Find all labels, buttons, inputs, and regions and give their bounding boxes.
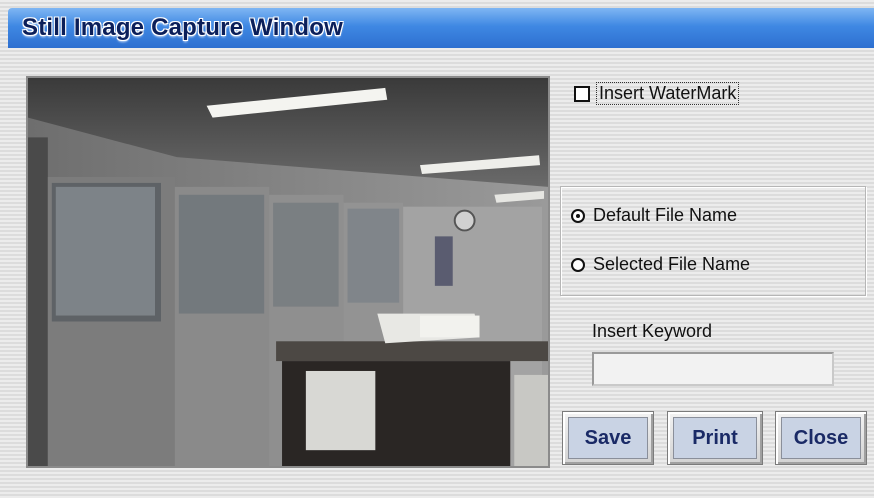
print-button[interactable]: Print [667, 411, 763, 465]
window-title: Still Image Capture Window [22, 14, 344, 41]
keyword-input[interactable] [592, 352, 834, 386]
close-button[interactable]: Close [775, 411, 867, 465]
radio-selected-indicator[interactable] [571, 257, 585, 272]
filename-group: Default File Name Selected File Name [560, 186, 866, 296]
keyword-label: Insert Keyword [592, 321, 713, 341]
title-bar: Still Image Capture Window [8, 8, 874, 48]
radio-selected-file-name[interactable]: Selected File Name [571, 254, 750, 275]
watermark-label[interactable]: Insert WaterMark [596, 82, 740, 105]
radio-default-label[interactable]: Default File Name [593, 205, 737, 226]
radio-selected-label[interactable]: Selected File Name [593, 254, 750, 275]
save-button-label[interactable]: Save [568, 417, 648, 459]
radio-default-indicator[interactable] [571, 208, 585, 223]
radio-default-file-name[interactable]: Default File Name [571, 205, 737, 226]
office-scene-image [28, 78, 548, 466]
save-button[interactable]: Save [562, 411, 654, 465]
close-button-label[interactable]: Close [781, 417, 861, 459]
print-button-label[interactable]: Print [673, 417, 757, 459]
watermark-option[interactable]: Insert WaterMark [574, 82, 740, 105]
watermark-checkbox[interactable] [574, 85, 590, 102]
image-preview [26, 76, 550, 468]
